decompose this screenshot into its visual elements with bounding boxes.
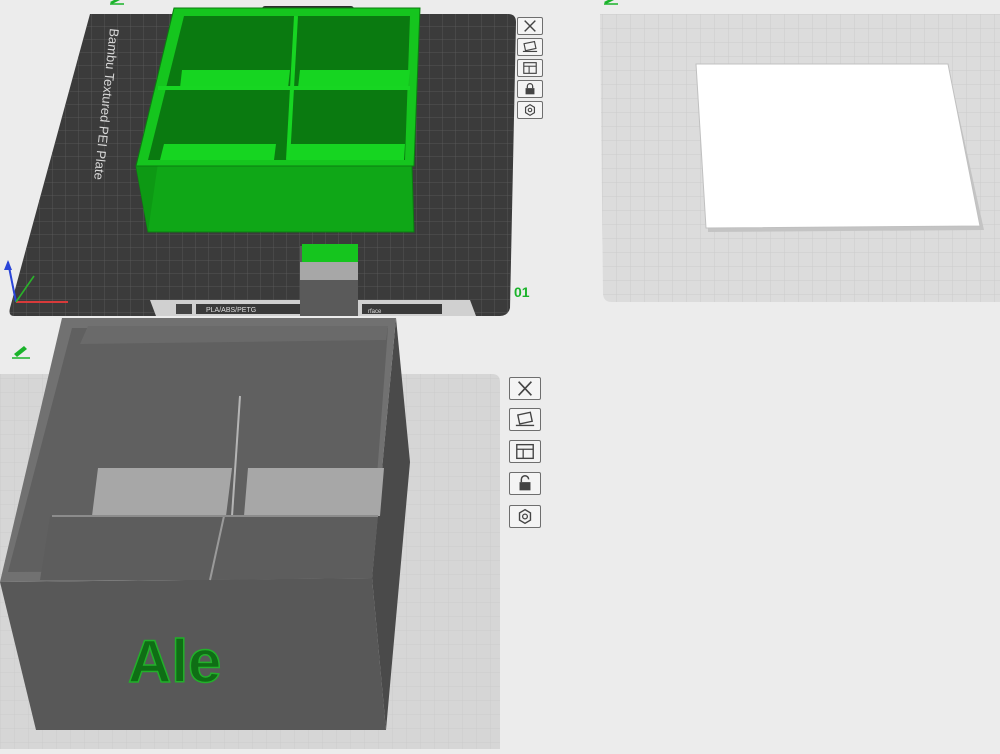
- plate-3-arrange-button[interactable]: [509, 408, 541, 431]
- selected-model-small[interactable]: [300, 244, 358, 316]
- plate-1-arrange-button[interactable]: [517, 38, 543, 56]
- model-label-text: Ale: [128, 628, 221, 695]
- layout-icon: [523, 62, 537, 74]
- plate-1-delete-button[interactable]: [517, 17, 543, 35]
- auto-arrange-icon: [522, 40, 538, 53]
- settings-hex-icon: [524, 103, 536, 117]
- auto-arrange-icon: [515, 411, 535, 427]
- plate-3-layout-button[interactable]: [509, 440, 541, 463]
- plate-1-settings-button[interactable]: [517, 101, 543, 119]
- 3d-viewport[interactable]: PLA/ABS/PETG rface Bambu Textured PEI Pl…: [0, 0, 1000, 749]
- layout-icon: [516, 443, 534, 460]
- plate-3-settings-button[interactable]: [509, 505, 541, 528]
- lock-icon: [519, 475, 531, 491]
- plate-1-filament-label: PLA/ABS/PETG: [206, 307, 256, 314]
- close-icon: [524, 20, 536, 32]
- model-bin[interactable]: Ale: [0, 318, 410, 730]
- plate-1-footer-right-label: rface: [368, 309, 382, 315]
- lock-icon: [525, 83, 535, 95]
- plate-2[interactable]: [600, 14, 1000, 302]
- plate-1-layout-button[interactable]: [517, 59, 543, 77]
- plate-1-edit-icon[interactable]: [110, 0, 124, 5]
- plate-3-lock-button[interactable]: [509, 472, 541, 495]
- selected-model-bin[interactable]: [135, 7, 421, 233]
- plate-1-number: 01: [514, 284, 530, 300]
- plate-2-sheet: [695, 63, 981, 229]
- scene[interactable]: PLA/ABS/PETG rface Bambu Textured PEI Pl…: [0, 0, 1000, 749]
- settings-hex-icon: [518, 508, 532, 525]
- plate-3-edit-icon[interactable]: [12, 346, 30, 359]
- plate-1-lock-button[interactable]: [517, 80, 543, 98]
- plate-3-delete-button[interactable]: [509, 377, 541, 400]
- plate-2-edit-icon[interactable]: [604, 0, 618, 5]
- close-icon: [518, 381, 532, 396]
